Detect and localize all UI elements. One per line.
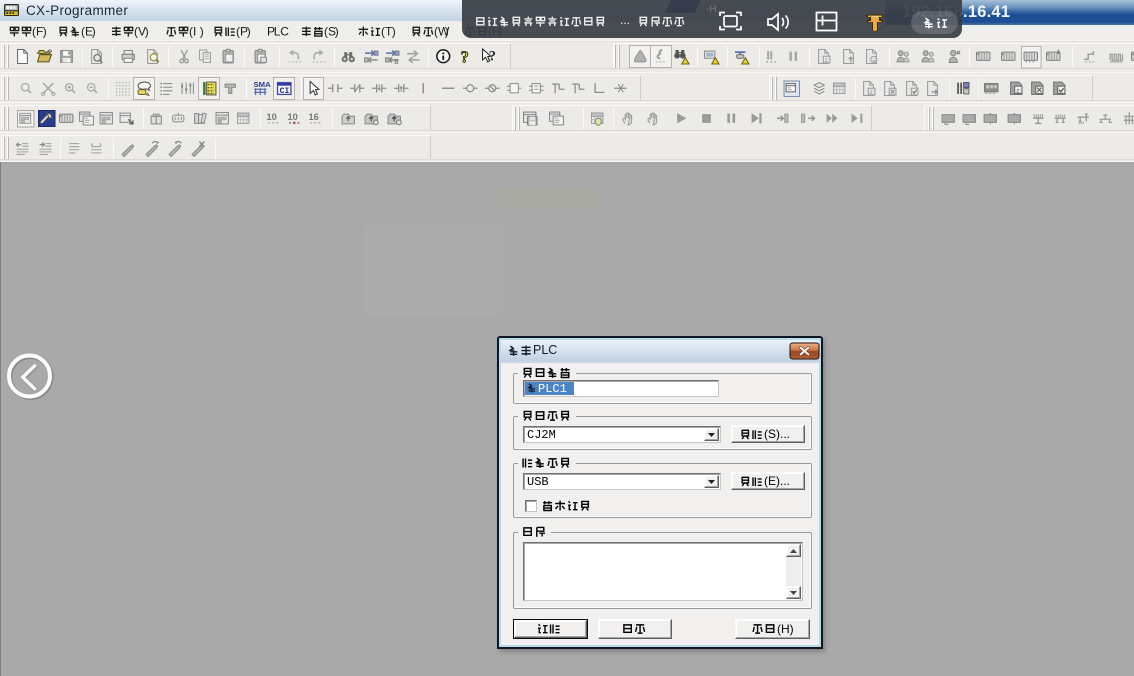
svg-text:I: I <box>193 24 196 38</box>
svg-text:): ) <box>445 24 449 38</box>
svg-text:): ) <box>392 24 396 38</box>
svg-text:): ) <box>200 24 204 38</box>
svg-text:C: C <box>280 24 289 38</box>
svg-text:): ) <box>92 24 96 38</box>
svg-text:): ) <box>145 24 149 38</box>
svg-text:): ) <box>43 24 47 38</box>
svg-text:): ) <box>247 24 251 38</box>
svg-text:): ) <box>335 24 339 38</box>
